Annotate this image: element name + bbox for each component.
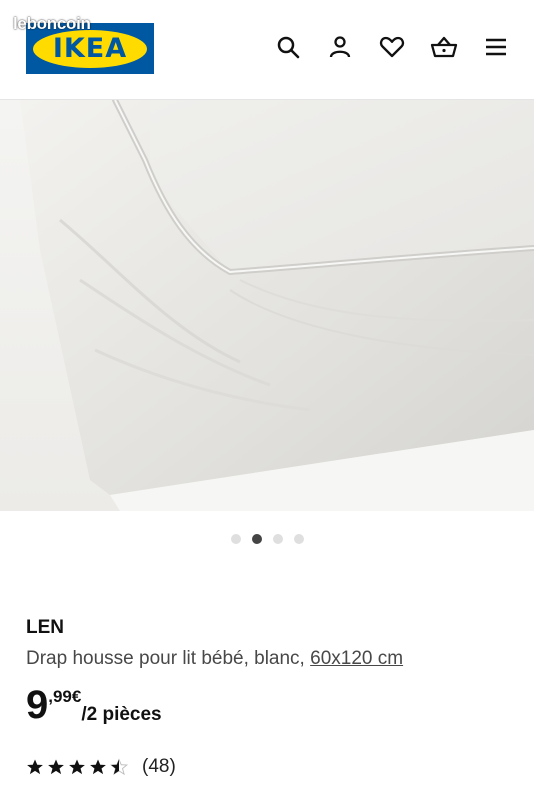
star-full-icon	[69, 759, 85, 775]
review-count[interactable]: (48)	[142, 756, 176, 778]
product-description-text: Drap housse pour lit bébé, blanc,	[26, 648, 311, 669]
star-full-icon	[90, 759, 106, 775]
product-image[interactable]	[0, 100, 534, 511]
menu-icon[interactable]	[482, 33, 510, 61]
price-unit: /2 pièces	[81, 704, 162, 725]
basket-icon[interactable]	[430, 33, 458, 61]
star-half-icon	[110, 758, 128, 776]
carousel-dots	[0, 534, 534, 544]
price-decimal: ,99€	[48, 687, 82, 706]
profile-icon[interactable]	[326, 33, 354, 61]
rating-stars	[26, 758, 128, 776]
carousel-dot-2[interactable]	[251, 534, 262, 544]
leboncoin-watermark: leboncoin	[13, 14, 91, 33]
search-icon[interactable]	[274, 33, 302, 61]
star-full-icon	[48, 759, 64, 775]
carousel-dot-3[interactable]	[272, 534, 283, 544]
heart-icon[interactable]	[378, 33, 406, 61]
logo-oval: IKEA	[33, 29, 147, 68]
product-price: 9 ,99€ /2 pièces	[26, 683, 162, 727]
carousel-dot-1[interactable]	[230, 534, 241, 544]
fitted-sheet-illustration	[0, 100, 534, 511]
header-icons	[274, 33, 510, 61]
product-rating[interactable]: (48)	[26, 756, 176, 778]
product-description: Drap housse pour lit bébé, blanc, 60x120…	[26, 648, 403, 670]
star-full-icon	[27, 759, 43, 775]
product-name: LEN	[26, 617, 64, 638]
carousel-dot-4[interactable]	[293, 534, 304, 544]
size-link[interactable]: 60x120 cm	[310, 648, 403, 669]
price-integer: 9	[26, 683, 49, 727]
logo-text: IKEA	[52, 33, 128, 64]
